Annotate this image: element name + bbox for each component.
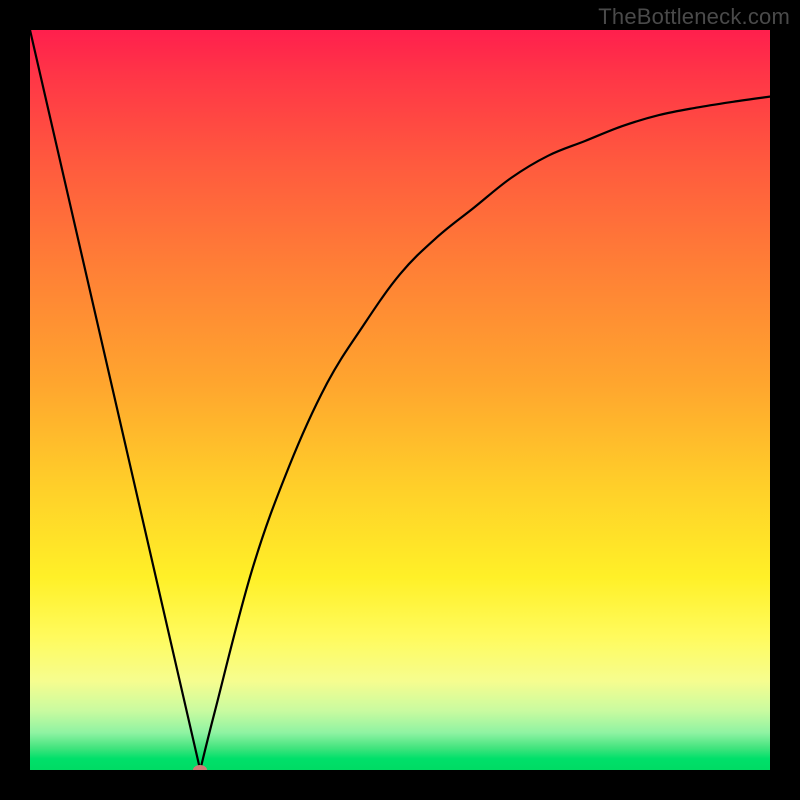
plot-area <box>30 30 770 770</box>
curve-right-segment <box>200 97 770 770</box>
chart-frame: TheBottleneck.com <box>0 0 800 800</box>
attribution-text: TheBottleneck.com <box>598 4 790 30</box>
curve-group <box>30 30 770 770</box>
optimal-marker <box>193 765 207 770</box>
bottleneck-curve <box>30 30 770 770</box>
curve-left-segment <box>30 30 200 770</box>
